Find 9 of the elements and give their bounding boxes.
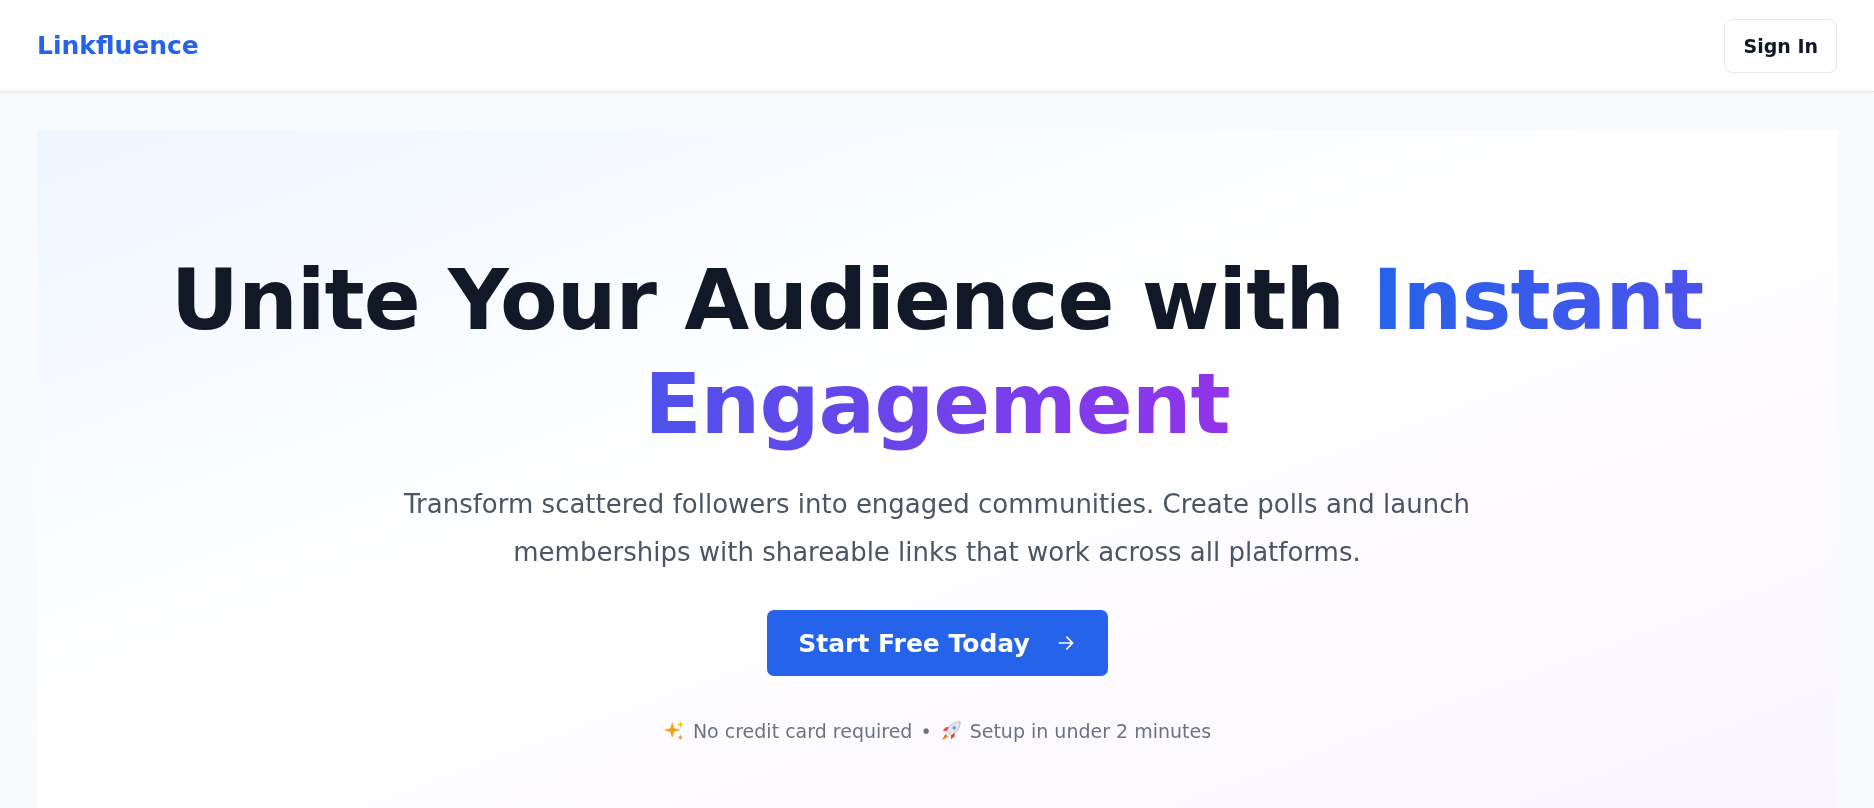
hero-subtitle: Transform scattered followers into engaged communities. Create polls and launch memberships with shareable links that work across all platforms. <box>403 488 1471 569</box>
sign-in-button[interactable]: Sign In <box>1724 18 1837 73</box>
rocket-icon <box>939 720 962 742</box>
note-text: No credit card required <box>692 720 913 742</box>
sparkle-icon <box>662 720 685 742</box>
start-free-button[interactable]: Start Free Today <box>766 610 1108 676</box>
separator: • <box>920 720 932 742</box>
note-text: Setup in under 2 minutes <box>969 720 1212 742</box>
logo[interactable]: Linkfluence <box>37 31 199 60</box>
